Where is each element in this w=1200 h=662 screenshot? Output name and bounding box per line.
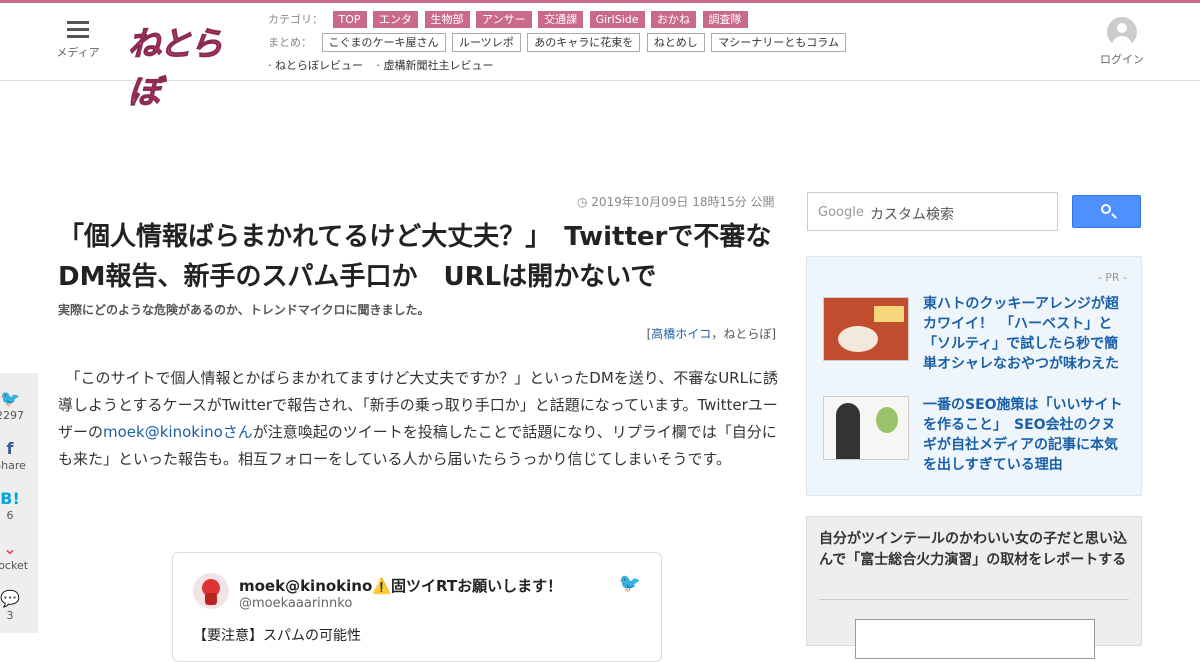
share-label: Share — [0, 459, 26, 472]
category-tag[interactable]: TOP — [332, 11, 367, 28]
author-link[interactable]: 高橋ホイコ — [651, 327, 711, 341]
tweet-text: 【要注意】スパムの可能性 — [193, 628, 361, 644]
byline: [高橋ホイコ，ねとらぼ] — [646, 327, 776, 341]
category-nav: カテゴリ： TOP エンタ 生物部 アンサー 交通課 GirlSide おかね … — [268, 11, 751, 28]
login-label: ログイン — [1100, 53, 1144, 66]
summary-heading: まとめ： — [268, 36, 312, 49]
summary-tag[interactable]: あのキャラに花束を — [527, 33, 641, 52]
divider — [819, 599, 1129, 600]
publish-date: ◷ 2019年10月09日 18時15分 公開 — [577, 195, 775, 209]
tweet-handle[interactable]: @moekaaarinnko — [239, 596, 352, 611]
user-avatar-icon — [1107, 17, 1137, 47]
review-link[interactable]: · ねとらぼレビュー — [268, 59, 363, 72]
summary-tag[interactable]: ねとめし — [646, 33, 705, 52]
tweet-avatar — [193, 573, 229, 609]
embedded-tweet[interactable]: moek@kinokino⚠️固ツイRTお願いします！ @moekaaarinn… — [172, 552, 662, 662]
article-title: 「個人情報ばらまかれてるけど大丈夫？」 Twitterで不審なDM報告、新手のス… — [58, 222, 772, 292]
summary-tag[interactable]: マシーナリーともコラム — [711, 33, 846, 52]
related-article-image[interactable] — [855, 619, 1095, 659]
related-article-box: 自分がツインテールのかわいい女の子だと思い込んで「富士総合火力演習」の取材をレポ… — [806, 516, 1142, 659]
media-menu-button[interactable]: メディア — [56, 21, 100, 60]
review-nav: · ねとらぼレビュー · 虚構新聞社主レビュー — [268, 57, 504, 73]
pocket-icon: ⌄ — [3, 539, 17, 558]
facebook-icon: f — [6, 439, 14, 458]
category-tag[interactable]: 交通課 — [538, 11, 584, 28]
share-count: 6 — [6, 509, 14, 522]
pr-link[interactable]: 東ハトのクッキーアレンジが超カワイイ！ 「ハーベスト」と「ソルティ」で試したら秒… — [923, 294, 1127, 374]
article-body: 「このサイトで個人情報とかばらまかれてますけど大丈夫ですか？」といったDMを送り… — [58, 369, 778, 468]
login-button[interactable]: ログイン — [1098, 17, 1146, 67]
category-tag[interactable]: GirlSide — [589, 11, 645, 28]
related-article-title[interactable]: 自分がツインテールのかわいい女の子だと思い込んで「富士総合火力演習」の取材をレポ… — [819, 529, 1129, 571]
share-comment-button[interactable]: 💬 3 — [0, 589, 30, 622]
tweet-author-name[interactable]: moek@kinokino⚠️固ツイRTお願いします！ — [239, 575, 562, 596]
category-tag[interactable]: アンサー — [476, 11, 532, 28]
site-logo[interactable]: ねとらぼ — [128, 17, 240, 112]
pr-label: - PR - — [1097, 271, 1127, 284]
share-count: 3 — [6, 609, 14, 622]
media-menu-label: メディア — [56, 46, 100, 59]
share-hatena-button[interactable]: B! 6 — [0, 489, 30, 522]
search-button[interactable] — [1072, 195, 1141, 228]
search-placeholder: カスタム検索 — [870, 207, 954, 223]
pr-link[interactable]: 一番のSEO施策は「いいサイトを作ること」 SEO会社のクヌギが自社メディアの記… — [923, 395, 1127, 475]
hamburger-icon — [67, 21, 89, 39]
share-pocket-button[interactable]: ⌄ Pocket — [0, 539, 30, 572]
category-tag[interactable]: エンタ — [373, 11, 419, 28]
twitter-icon: 🐦 — [0, 389, 20, 408]
article-subtitle: 実際にどのような危険があるのか、トレンドマイクロに聞きました。 — [58, 303, 430, 317]
share-count: 2297 — [0, 409, 24, 422]
share-label: Pocket — [0, 559, 29, 572]
summary-tag[interactable]: ルーツレポ — [452, 33, 521, 52]
summary-nav: まとめ： こぐまのケーキ屋さん ルーツレポ あのキャラに花束を ねとめし マシー… — [268, 33, 849, 52]
comment-icon: 💬 — [0, 589, 20, 608]
category-tag[interactable]: おかね — [651, 11, 697, 28]
category-tag[interactable]: 生物部 — [424, 11, 470, 28]
share-twitter-button[interactable]: 🐦 2297 — [0, 389, 30, 422]
pr-thumbnail[interactable] — [823, 297, 909, 361]
search-input[interactable]: Google カスタム検索 — [807, 192, 1058, 231]
logo-text: ねとらぼ — [128, 24, 224, 112]
pr-thumbnail[interactable] — [823, 396, 909, 460]
review-link[interactable]: · 虚構新聞社主レビュー — [377, 59, 494, 72]
hatena-icon: B! — [0, 489, 20, 508]
category-tag[interactable]: 調査隊 — [702, 11, 748, 28]
google-brand: Google — [818, 205, 864, 220]
share-sidebar: 🐦 2297 f Share B! 6 ⌄ Pocket 💬 3 — [0, 373, 38, 633]
search-icon — [1101, 204, 1111, 214]
pr-box: - PR - 東ハトのクッキーアレンジが超カワイイ！ 「ハーベスト」と「ソルティ… — [806, 256, 1142, 496]
twitter-bird-icon: 🐦 — [618, 573, 641, 594]
site-header: メディア ねとらぼ カテゴリ： TOP エンタ 生物部 アンサー 交通課 Gir… — [0, 3, 1200, 112]
user-link[interactable]: moek@kinokinoさん — [103, 423, 253, 441]
share-facebook-button[interactable]: f Share — [0, 439, 30, 472]
summary-tag[interactable]: こぐまのケーキ屋さん — [321, 33, 446, 52]
category-heading: カテゴリ： — [268, 13, 323, 26]
